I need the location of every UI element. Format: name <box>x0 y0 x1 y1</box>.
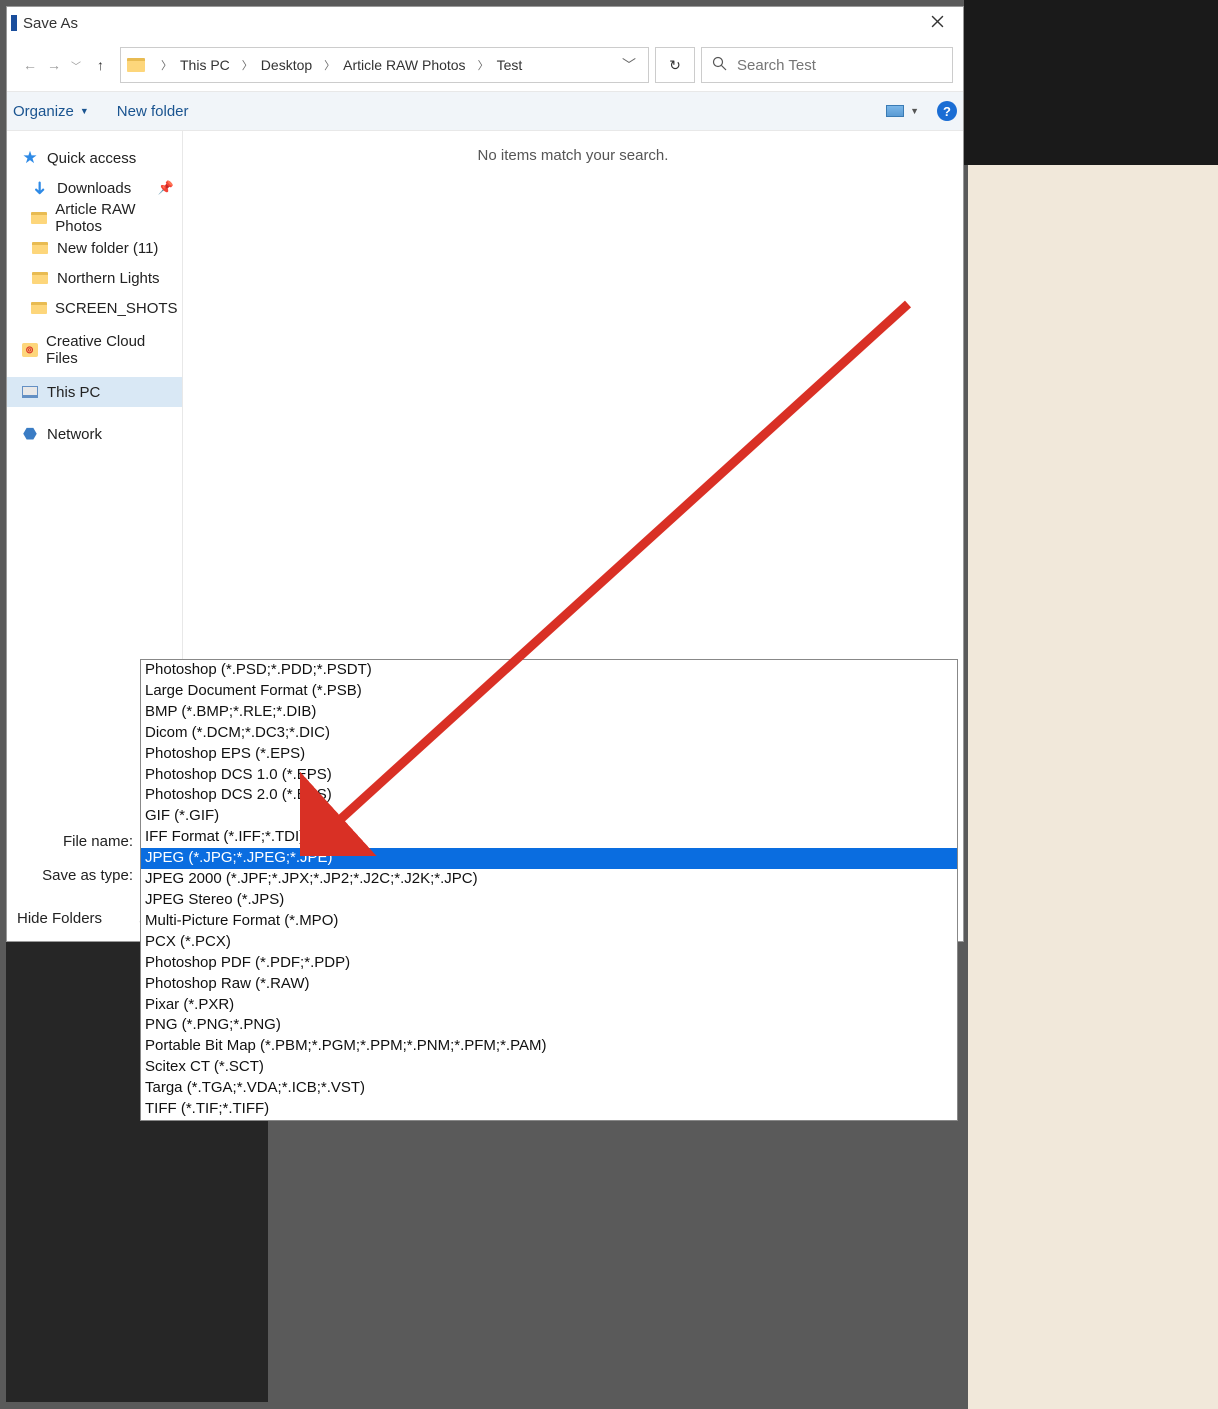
help-button[interactable]: ? <box>937 101 957 121</box>
file-type-option[interactable]: Multi-Picture Format (*.MPO) <box>141 911 957 932</box>
this-pc-icon <box>22 386 38 398</box>
bg-dark-top <box>964 0 1218 165</box>
view-button[interactable]: ▼ <box>886 105 919 117</box>
breadcrumb-segment: 〉Article RAW Photos <box>314 57 467 73</box>
chevron-down-icon: ▼ <box>80 106 89 116</box>
download-icon: ➜ <box>31 179 49 197</box>
nav-row: ← → ﹀ ↑ 〉This PC 〉Desktop 〉Article RAW P… <box>7 39 963 91</box>
file-type-dropdown-list[interactable]: Photoshop (*.PSD;*.PDD;*.PSDT)Large Docu… <box>140 659 958 1121</box>
folder-icon <box>31 302 47 314</box>
chevron-right-icon: 〉 <box>153 57 180 73</box>
chevron-right-icon: 〉 <box>316 57 343 73</box>
file-type-option[interactable]: Scitex CT (*.SCT) <box>141 1057 957 1078</box>
titlebar: Save As <box>7 7 963 39</box>
breadcrumb-segment: 〉This PC <box>151 57 232 73</box>
file-type-option[interactable]: GIF (*.GIF) <box>141 806 957 827</box>
window-title: Save As <box>21 15 915 32</box>
file-type-option[interactable]: JPEG 2000 (*.JPF;*.JPX;*.JP2;*.J2C;*.J2K… <box>141 869 957 890</box>
file-type-option[interactable]: Photoshop (*.PSD;*.PDD;*.PSDT) <box>141 660 957 681</box>
file-type-option[interactable]: Photoshop EPS (*.EPS) <box>141 744 957 765</box>
file-type-option[interactable]: PCX (*.PCX) <box>141 932 957 953</box>
file-type-option[interactable]: JPEG Stereo (*.JPS) <box>141 890 957 911</box>
file-type-option[interactable]: PNG (*.PNG;*.PNG) <box>141 1015 957 1036</box>
organize-button[interactable]: Organize ▼ <box>13 103 89 120</box>
history-dropdown-icon[interactable]: ﹀ <box>71 58 81 73</box>
sidebar-item-article-raw[interactable]: Article RAW Photos <box>7 203 182 233</box>
folder-icon <box>32 272 48 284</box>
address-dropdown-icon[interactable]: ﹀ <box>622 55 642 75</box>
sidebar-item-screenshots[interactable]: SCREEN_SHOTS <box>7 293 182 323</box>
file-type-option[interactable]: Targa (*.TGA;*.VDA;*.ICB;*.VST) <box>141 1078 957 1099</box>
app-icon <box>11 15 17 31</box>
file-type-option[interactable]: Pixar (*.PXR) <box>141 995 957 1016</box>
file-type-option[interactable]: Photoshop DCS 1.0 (*.EPS) <box>141 765 957 786</box>
file-name-label: File name: <box>11 833 141 850</box>
folder-icon <box>31 212 47 224</box>
toolbar: Organize ▼ New folder ▼ ? <box>7 91 963 131</box>
star-icon: ★ <box>21 149 39 167</box>
chevron-right-icon: 〉 <box>234 57 261 73</box>
file-type-option[interactable]: IFF Format (*.IFF;*.TDI) <box>141 827 957 848</box>
sidebar-quick-access[interactable]: ★Quick access <box>7 143 182 173</box>
search-icon <box>712 56 727 74</box>
bg-right <box>968 0 1218 1409</box>
sidebar-item-downloads[interactable]: ➜Downloads📌 <box>7 173 182 203</box>
file-type-option[interactable]: Portable Bit Map (*.PBM;*.PGM;*.PPM;*.PN… <box>141 1036 957 1057</box>
chevron-down-icon: ▼ <box>910 106 919 116</box>
file-type-option[interactable]: Large Document Format (*.PSB) <box>141 681 957 702</box>
sidebar-network[interactable]: ⬣Network <box>7 419 182 449</box>
refresh-button[interactable]: ↻ <box>655 47 695 83</box>
forward-icon[interactable]: → <box>47 57 61 73</box>
pin-icon: 📌 <box>158 180 174 196</box>
chevron-right-icon: 〉 <box>470 57 497 73</box>
back-icon[interactable]: ← <box>23 57 37 73</box>
sidebar-this-pc[interactable]: This PC <box>7 377 182 407</box>
file-type-option[interactable]: JPEG (*.JPG;*.JPEG;*.JPE) <box>141 848 957 869</box>
close-icon <box>931 15 944 31</box>
breadcrumb-segment: 〉Desktop <box>232 57 314 73</box>
file-type-option[interactable]: Dicom (*.DCM;*.DC3;*.DIC) <box>141 723 957 744</box>
file-type-option[interactable]: Photoshop DCS 2.0 (*.EPS) <box>141 785 957 806</box>
network-icon: ⬣ <box>21 425 39 443</box>
new-folder-button[interactable]: New folder <box>117 103 189 120</box>
hide-folders-button[interactable]: Hide Folders <box>17 910 102 927</box>
breadcrumb-segment: 〉Test <box>468 57 525 73</box>
refresh-icon: ↻ <box>669 57 681 74</box>
file-type-option[interactable]: Photoshop Raw (*.RAW) <box>141 974 957 995</box>
search-box[interactable] <box>701 47 953 83</box>
close-button[interactable] <box>915 9 959 37</box>
file-type-option[interactable]: Photoshop PDF (*.PDF;*.PDP) <box>141 953 957 974</box>
folder-icon <box>127 58 145 72</box>
address-bar[interactable]: 〉This PC 〉Desktop 〉Article RAW Photos 〉T… <box>120 47 649 83</box>
folder-icon <box>32 242 48 254</box>
sidebar-item-northern[interactable]: Northern Lights <box>7 263 182 293</box>
creative-cloud-icon: ⊚ <box>22 343 38 357</box>
search-input[interactable] <box>737 57 942 74</box>
sidebar-creative-cloud[interactable]: ⊚Creative Cloud Files <box>7 335 182 365</box>
view-icon <box>886 105 904 117</box>
up-button[interactable]: ↑ <box>93 57 114 73</box>
empty-message: No items match your search. <box>478 147 669 164</box>
file-type-option[interactable]: TIFF (*.TIF;*.TIFF) <box>141 1099 957 1120</box>
save-type-label: Save as type: <box>11 867 141 884</box>
nav-arrows: ← → ﹀ <box>17 57 87 73</box>
sidebar-item-newfolder11[interactable]: New folder (11) <box>7 233 182 263</box>
file-type-option[interactable]: BMP (*.BMP;*.RLE;*.DIB) <box>141 702 957 723</box>
